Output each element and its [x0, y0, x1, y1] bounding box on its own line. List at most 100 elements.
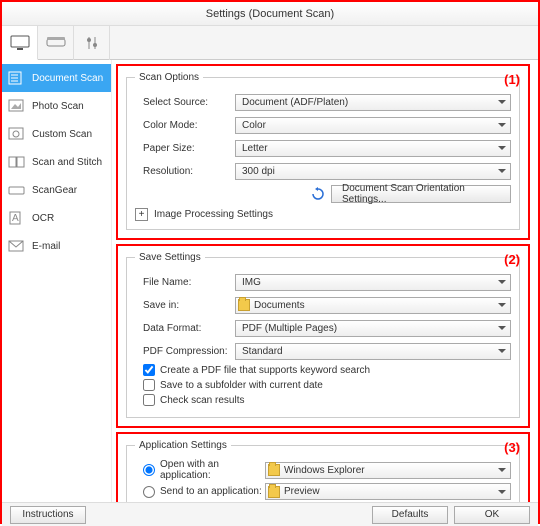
sidebar-item-label: E-mail — [32, 241, 60, 252]
save-subfolder-label: Save to a subfolder with current date — [160, 380, 323, 391]
resolution-label: Resolution: — [135, 166, 235, 177]
ok-button[interactable]: OK — [454, 506, 530, 524]
select-source-value: Document (ADF/Platen) — [242, 97, 348, 108]
window-title: Settings (Document Scan) — [2, 2, 538, 26]
open-with-app-radio[interactable] — [143, 464, 155, 476]
create-pdf-keyword-label: Create a PDF file that supports keyword … — [160, 365, 370, 376]
mode-tab-bar — [2, 26, 538, 60]
select-source-label: Select Source: — [135, 97, 235, 108]
mode-tab-scan-from-panel[interactable] — [38, 26, 74, 60]
defaults-button[interactable]: Defaults — [372, 506, 448, 524]
scan-options-legend: Scan Options — [135, 72, 203, 83]
send-to-app-dropdown[interactable]: Preview — [265, 483, 511, 500]
scanner-icon — [46, 36, 66, 50]
section-number: (1) — [504, 72, 520, 87]
mode-tab-general[interactable] — [74, 26, 110, 60]
open-with-app-label: Open with an application: — [160, 459, 265, 481]
check-scan-results-label: Check scan results — [160, 395, 244, 406]
sidebar-item-label: ScanGear — [32, 185, 77, 196]
chevron-down-icon — [498, 146, 506, 150]
sliders-icon — [84, 35, 100, 51]
save-in-dropdown[interactable]: Documents — [235, 297, 511, 314]
folder-icon — [268, 486, 280, 498]
sidebar-item-label: Photo Scan — [32, 101, 84, 112]
photo-scan-icon — [8, 99, 26, 113]
scan-options-section: (1) Scan Options Select Source: Document… — [116, 64, 530, 240]
section-number: (2) — [504, 252, 520, 267]
sidebar-item-label: Document Scan — [32, 73, 103, 84]
chevron-down-icon — [498, 280, 506, 284]
paper-size-value: Letter — [242, 143, 268, 154]
pdf-compression-label: PDF Compression: — [135, 346, 235, 357]
sidebar-item-custom-scan[interactable]: Custom Scan — [2, 120, 111, 148]
pdf-compression-dropdown[interactable]: Standard — [235, 343, 511, 360]
sidebar-item-scan-and-stitch[interactable]: Scan and Stitch — [2, 148, 111, 176]
paper-size-dropdown[interactable]: Letter — [235, 140, 511, 157]
chevron-down-icon — [498, 123, 506, 127]
content-panel: (1) Scan Options Select Source: Document… — [112, 60, 538, 502]
send-to-app-radio[interactable] — [143, 486, 155, 498]
select-source-dropdown[interactable]: Document (ADF/Platen) — [235, 94, 511, 111]
sidebar-item-email[interactable]: E-mail — [2, 232, 111, 260]
resolution-dropdown[interactable]: 300 dpi — [235, 163, 511, 180]
paper-size-label: Paper Size: — [135, 143, 235, 154]
save-in-value: Documents — [254, 300, 305, 311]
sidebar-item-document-scan[interactable]: Document Scan — [2, 64, 111, 92]
chevron-down-icon — [498, 349, 506, 353]
open-with-app-dropdown[interactable]: Windows Explorer — [265, 462, 511, 479]
color-mode-value: Color — [242, 120, 266, 131]
scangear-icon — [8, 183, 26, 197]
chevron-down-icon — [498, 490, 506, 494]
folder-icon — [268, 464, 280, 476]
email-icon — [8, 239, 26, 253]
save-settings-section: (2) Save Settings File Name: IMG Save in… — [116, 244, 530, 428]
chevron-down-icon — [498, 169, 506, 173]
color-mode-dropdown[interactable]: Color — [235, 117, 511, 134]
save-subfolder-checkbox[interactable] — [143, 379, 155, 391]
image-processing-label: Image Processing Settings — [154, 209, 273, 220]
check-scan-results-checkbox[interactable] — [143, 394, 155, 406]
file-name-label: File Name: — [135, 277, 235, 288]
chevron-down-icon — [498, 100, 506, 104]
orientation-settings-button[interactable]: Document Scan Orientation Settings... — [331, 185, 511, 203]
open-with-app-value: Windows Explorer — [284, 465, 365, 476]
sidebar: Document Scan Photo Scan Custom Scan Sca… — [2, 60, 112, 502]
stitch-icon — [8, 155, 26, 169]
save-in-label: Save in: — [135, 300, 235, 311]
sidebar-item-label: Scan and Stitch — [32, 157, 102, 168]
save-settings-legend: Save Settings — [135, 252, 205, 263]
custom-scan-icon — [8, 127, 26, 141]
sidebar-item-ocr[interactable]: A OCR — [2, 204, 111, 232]
mode-tab-scan-from-computer[interactable] — [2, 26, 38, 60]
file-name-value: IMG — [242, 277, 261, 288]
svg-text:A: A — [12, 213, 19, 224]
data-format-dropdown[interactable]: PDF (Multiple Pages) — [235, 320, 511, 337]
sidebar-item-photo-scan[interactable]: Photo Scan — [2, 92, 111, 120]
chevron-down-icon — [498, 468, 506, 472]
footer: Instructions Defaults OK — [2, 502, 538, 526]
document-scan-icon — [8, 71, 26, 85]
data-format-value: PDF (Multiple Pages) — [242, 323, 337, 334]
ocr-icon: A — [8, 211, 26, 225]
resolution-value: 300 dpi — [242, 166, 275, 177]
sidebar-item-label: Custom Scan — [32, 129, 92, 140]
pdf-compression-value: Standard — [242, 346, 283, 357]
folder-icon — [238, 299, 250, 311]
create-pdf-keyword-checkbox[interactable] — [143, 364, 155, 376]
instructions-button[interactable]: Instructions — [10, 506, 86, 524]
data-format-label: Data Format: — [135, 323, 235, 334]
sidebar-item-label: OCR — [32, 213, 54, 224]
monitor-icon — [10, 35, 30, 51]
application-settings-legend: Application Settings — [135, 440, 231, 451]
send-to-app-label: Send to an application: — [160, 486, 262, 497]
color-mode-label: Color Mode: — [135, 120, 235, 131]
expand-image-processing-button[interactable]: + — [135, 208, 148, 221]
chevron-down-icon — [498, 303, 506, 307]
refresh-icon[interactable] — [311, 187, 325, 201]
application-settings-section: (3) Application Settings Open with an ap… — [116, 432, 530, 502]
send-to-app-value: Preview — [284, 486, 320, 497]
chevron-down-icon — [498, 326, 506, 330]
section-number: (3) — [504, 440, 520, 455]
file-name-combo[interactable]: IMG — [235, 274, 511, 291]
sidebar-item-scangear[interactable]: ScanGear — [2, 176, 111, 204]
